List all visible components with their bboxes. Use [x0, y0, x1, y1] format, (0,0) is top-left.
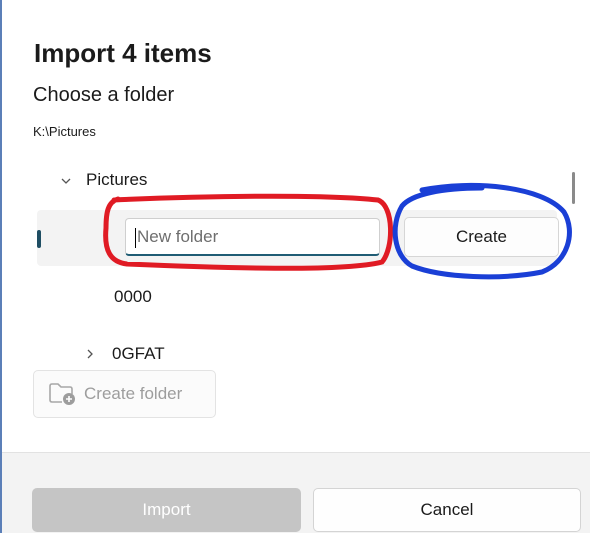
- tree-item-0000[interactable]: 0000: [114, 277, 152, 317]
- text-caret: [135, 228, 136, 248]
- new-folder-icon: [48, 381, 76, 408]
- tree-item-label: 0000: [114, 287, 152, 306]
- new-folder-row: Create: [37, 210, 559, 266]
- selection-indicator: [37, 230, 41, 248]
- dialog-footer: Import Cancel: [2, 452, 590, 533]
- dialog-subtitle: Choose a folder: [33, 84, 175, 106]
- new-folder-input[interactable]: [125, 218, 380, 256]
- create-folder-label: Create folder: [84, 384, 183, 403]
- scrollbar-thumb[interactable]: [572, 172, 575, 204]
- dialog-title: Import 4 items: [34, 38, 212, 68]
- create-folder-button[interactable]: Create folder: [33, 370, 216, 418]
- tree-item-label: Pictures: [86, 170, 148, 189]
- import-dialog: Import 4 items Choose a folder K:\Pictur…: [0, 0, 590, 533]
- folder-tree: Pictures Create 0000 0GFAT: [32, 160, 590, 363]
- tree-item-pictures[interactable]: Pictures: [58, 160, 147, 200]
- folder-path: K:\Pictures: [33, 124, 96, 139]
- import-button[interactable]: Import: [32, 488, 301, 532]
- chevron-right-icon[interactable]: [82, 347, 98, 362]
- chevron-down-icon[interactable]: [58, 173, 74, 188]
- cancel-button[interactable]: Cancel: [313, 488, 581, 532]
- tree-item-label: 0GFAT: [112, 344, 165, 363]
- tree-item-0gfat[interactable]: 0GFAT: [82, 334, 165, 374]
- create-button[interactable]: Create: [404, 217, 559, 257]
